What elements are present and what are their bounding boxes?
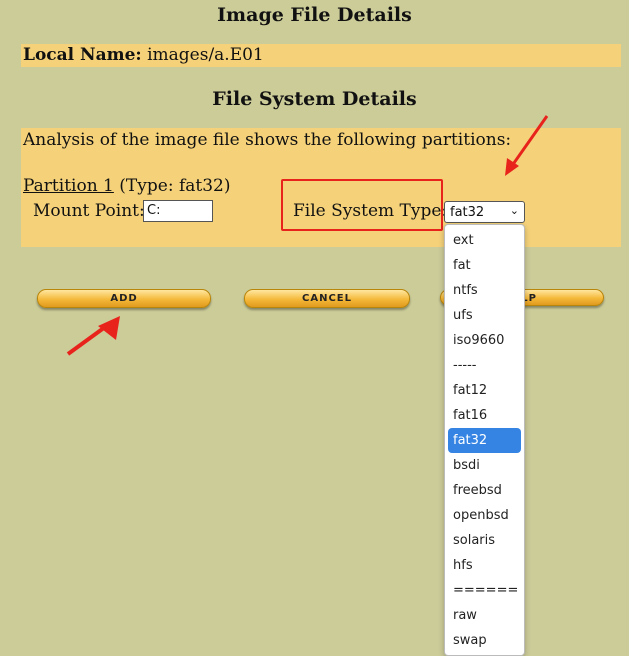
dropdown-option[interactable]: ufs — [445, 303, 524, 328]
mount-point-input[interactable]: C: — [143, 200, 213, 222]
dropdown-separator: ----- — [453, 358, 477, 373]
fs-type-selected-value: fat32 — [450, 205, 485, 220]
partition-row: Partition 1 (Type: fat32) — [23, 176, 230, 196]
annotation-arrow-icon — [505, 115, 549, 176]
dropdown-option[interactable]: bsdi — [445, 453, 524, 478]
fs-type-select[interactable]: fat32 ⌄ — [444, 201, 525, 223]
partition-name: Partition 1 — [23, 176, 114, 196]
dropdown-option-selected[interactable]: fat32 — [448, 428, 521, 453]
local-name-value: images/a.E01 — [147, 45, 264, 65]
chevron-down-icon: ⌄ — [509, 204, 519, 217]
local-name-label: Local Name: — [23, 45, 142, 65]
dropdown-option[interactable]: ext — [445, 228, 524, 253]
dropdown-option[interactable]: freebsd — [445, 478, 524, 503]
image-file-details-heading: Image File Details — [217, 4, 412, 26]
file-system-details-heading: File System Details — [212, 88, 417, 110]
dropdown-option[interactable]: fat12 — [445, 378, 524, 403]
mount-point-label: Mount Point: — [33, 201, 145, 221]
dropdown-option[interactable]: iso9660 — [445, 328, 524, 353]
dropdown-option[interactable]: raw — [445, 603, 524, 628]
dropdown-option[interactable]: ntfs — [445, 278, 524, 303]
partition-type: (Type: fat32) — [119, 176, 231, 196]
dropdown-option[interactable]: openbsd — [445, 503, 524, 528]
annotation-arrow-icon — [66, 316, 120, 356]
local-name-bar: Local Name: images/a.E01 — [21, 44, 621, 67]
dropdown-option[interactable]: solaris — [445, 528, 524, 553]
dropdown-option[interactable]: fat — [445, 253, 524, 278]
analysis-text: Analysis of the image file shows the fol… — [23, 130, 512, 150]
dropdown-option[interactable]: fat16 — [445, 403, 524, 428]
fs-type-dropdown-list[interactable]: ext fat ntfs ufs iso9660 ----- fat12 fat… — [444, 224, 525, 656]
dropdown-separator: ====== — [453, 583, 519, 598]
annotation-highlight-box — [281, 179, 443, 231]
dropdown-option[interactable]: swap — [445, 628, 524, 653]
add-button[interactable]: ADD — [37, 289, 211, 308]
cancel-button[interactable]: CANCEL — [244, 289, 410, 308]
dropdown-option[interactable]: hfs — [445, 553, 524, 578]
